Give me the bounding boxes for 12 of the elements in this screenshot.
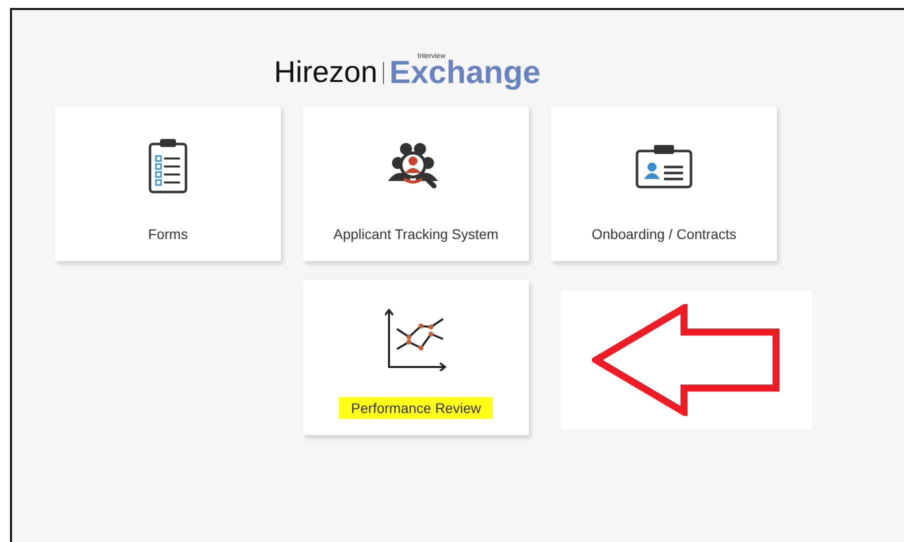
id-badge-icon bbox=[635, 143, 693, 189]
tile-label: Performance Review bbox=[339, 397, 493, 419]
brand-name: Hirezon bbox=[274, 58, 378, 88]
module-tile[interactable]: Performance Review bbox=[303, 280, 529, 435]
module-tile[interactable]: Forms bbox=[55, 106, 281, 261]
module-tile[interactable]: Applicant Tracking System bbox=[303, 106, 529, 261]
tile-label: Onboarding / Contracts bbox=[590, 225, 738, 244]
tile-label: Applicant Tracking System bbox=[332, 225, 500, 244]
clipboard-icon bbox=[148, 138, 188, 194]
tile-label: Forms bbox=[147, 225, 189, 244]
module-tile[interactable]: Onboarding / Contracts bbox=[551, 106, 777, 261]
line-chart-icon bbox=[385, 309, 447, 371]
